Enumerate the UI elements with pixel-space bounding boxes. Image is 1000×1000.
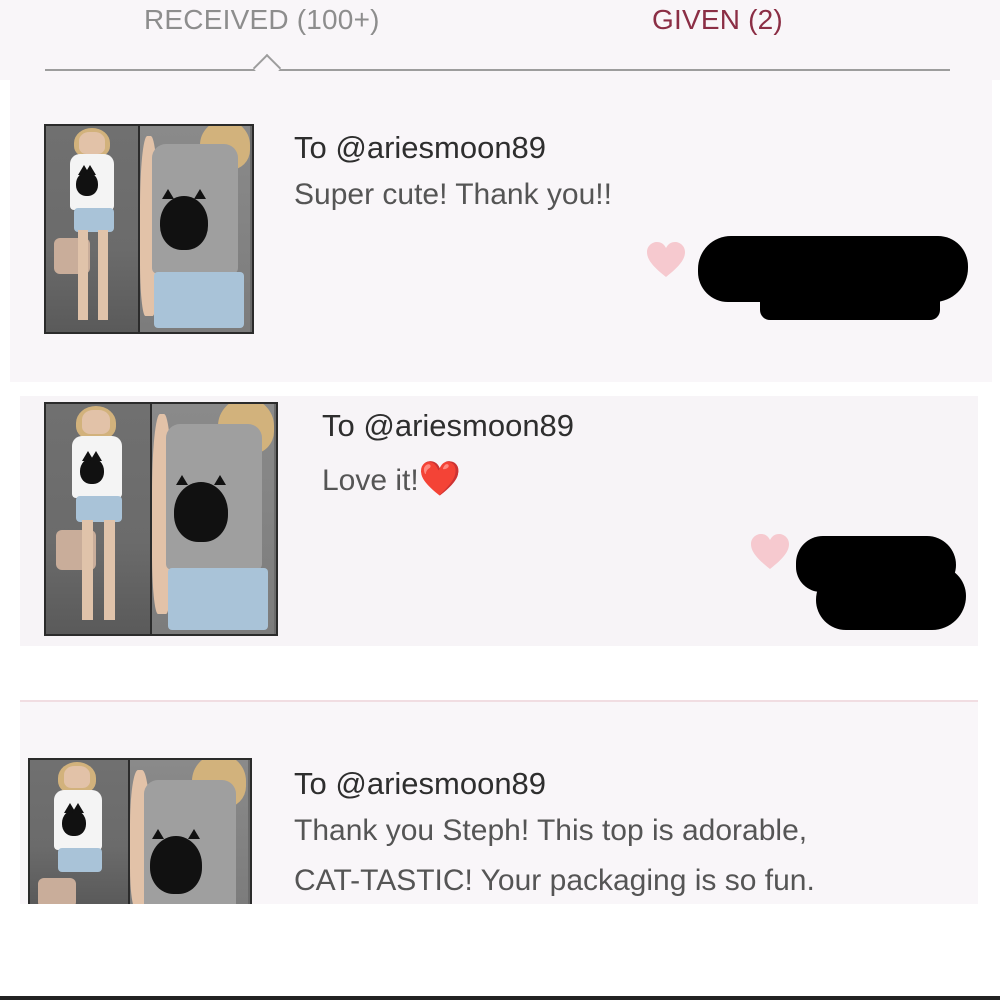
product-thumbnail[interactable] [28,758,252,904]
product-photo-front [30,760,130,904]
redacted-username-tail [760,270,940,320]
review-message: Super cute! Thank you!! [294,178,612,211]
product-photo-closeup [140,126,250,332]
heart-icon[interactable] [750,534,790,572]
product-photo-front [46,126,140,332]
review-tabs: RECEIVED (100+) GIVEN (2) [0,0,1000,83]
review-message-line-2: CAT-TASTIC! Your packaging is so fun. [294,864,815,897]
review-card: To @ariesmoon89 Love it!❤️ [20,396,978,646]
review-recipient: To @ariesmoon89 [294,130,547,165]
product-photo-closeup [130,760,248,904]
review-recipient: To @ariesmoon89 [294,766,547,801]
heart-icon[interactable] [646,242,686,280]
bottom-border [0,996,1000,1000]
review-card: To @ariesmoon89 Super cute! Thank you!! [10,80,992,382]
heart-emoji: ❤️ [418,460,462,498]
product-thumbnail[interactable] [44,124,254,334]
product-photo-closeup [152,404,274,634]
active-tab-caret [252,53,282,83]
product-thumbnail[interactable] [44,402,278,636]
review-card: To @ariesmoon89 Thank you Steph! This to… [20,700,978,904]
tab-given[interactable]: GIVEN (2) [652,4,783,36]
review-message-line-1: Thank you Steph! This top is adorable, [294,814,808,847]
tab-divider [45,69,950,71]
tab-received[interactable]: RECEIVED (100+) [144,4,380,36]
review-recipient: To @ariesmoon89 [322,408,575,443]
review-message: Love it!❤️ [322,454,461,506]
redacted-username-tail [816,566,966,630]
review-message-text: Love it! [322,464,419,497]
product-photo-front [46,404,152,634]
